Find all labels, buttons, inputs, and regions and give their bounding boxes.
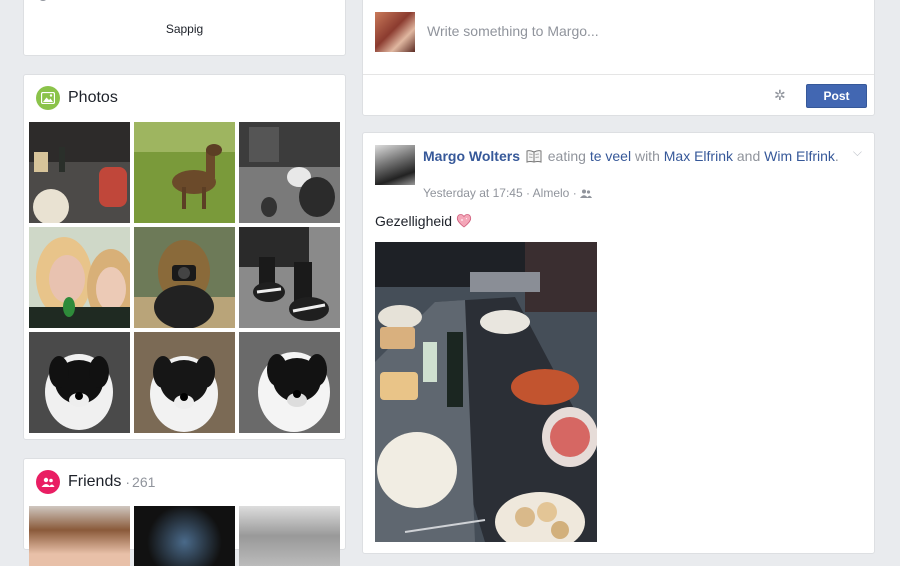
photos-icon [36,86,60,110]
photo-dog-3[interactable] [239,332,340,433]
photos-card: Photos [23,74,346,440]
info-icon [38,0,48,1]
friends-title[interactable]: Friends [68,473,121,491]
friends-count-separator: · [125,474,131,490]
gear-icon[interactable]: ✲ [774,87,786,104]
intro-card: Sappig [23,0,346,56]
meta-dot: · [525,186,530,200]
photo-sneakers-on-floor[interactable] [239,227,340,328]
composer-divider [363,74,874,75]
friends-count: 261 [132,474,156,490]
and-text: and [736,148,761,164]
post-text: Gezelligheid [375,213,472,231]
meta-dot-2: · [572,186,577,200]
photo-dog-2[interactable] [134,332,235,433]
photo-grid [29,122,340,433]
friends-header[interactable]: Friends · 261 [36,470,155,494]
chevron-down-icon[interactable]: ⌵ [853,145,862,160]
tagged-friend-1[interactable]: Max Elfrink [664,148,733,164]
header-suffix: . [834,148,839,164]
post-text-content: Gezelligheid [375,213,453,229]
with-text: with [634,148,660,164]
activity-object[interactable]: te veel [590,148,631,164]
post-composer: Write something to Margo... ✲ Post [362,0,875,116]
feed-post: Margo Wolters eating te veel with Max El… [362,132,875,554]
composer-avatar[interactable] [375,12,415,52]
friends-audience-icon[interactable] [580,187,593,201]
photo-dinner-table[interactable] [29,122,130,223]
friend-photo-3[interactable] [239,506,340,566]
author-name[interactable]: Margo Wolters [423,148,520,164]
sparkling-heart-icon [456,213,472,231]
friends-icon [36,470,60,494]
photo-girl-with-camera[interactable] [134,227,235,328]
author-avatar[interactable] [375,145,415,185]
friend-photo-2[interactable] [134,506,235,566]
post-timestamp[interactable]: Yesterday at 17:45 [423,186,523,200]
photos-title[interactable]: Photos [68,89,118,107]
photo-two-girls-selfie[interactable] [29,227,130,328]
post-header: Margo Wolters eating te veel with Max El… [423,147,843,168]
photo-dog-1[interactable] [29,332,130,433]
friend-grid [29,506,340,566]
post-button[interactable]: Post [806,84,867,108]
book-icon [526,149,542,168]
composer-input[interactable]: Write something to Margo... [427,23,599,39]
post-location[interactable]: Almelo [533,186,570,200]
activity-verb: eating [547,148,586,164]
photos-header[interactable]: Photos [36,86,118,110]
post-photo[interactable] [375,242,597,542]
friends-card: Friends · 261 [23,458,346,566]
intro-text: Sappig [165,22,204,36]
photo-deer-on-grass[interactable] [134,122,235,223]
photo-person-with-cat[interactable] [239,122,340,223]
tagged-friend-2[interactable]: Wim Elfrink [764,148,835,164]
post-meta: Yesterday at 17:45 · Almelo · [423,186,593,201]
friend-photo-1[interactable] [29,506,130,566]
